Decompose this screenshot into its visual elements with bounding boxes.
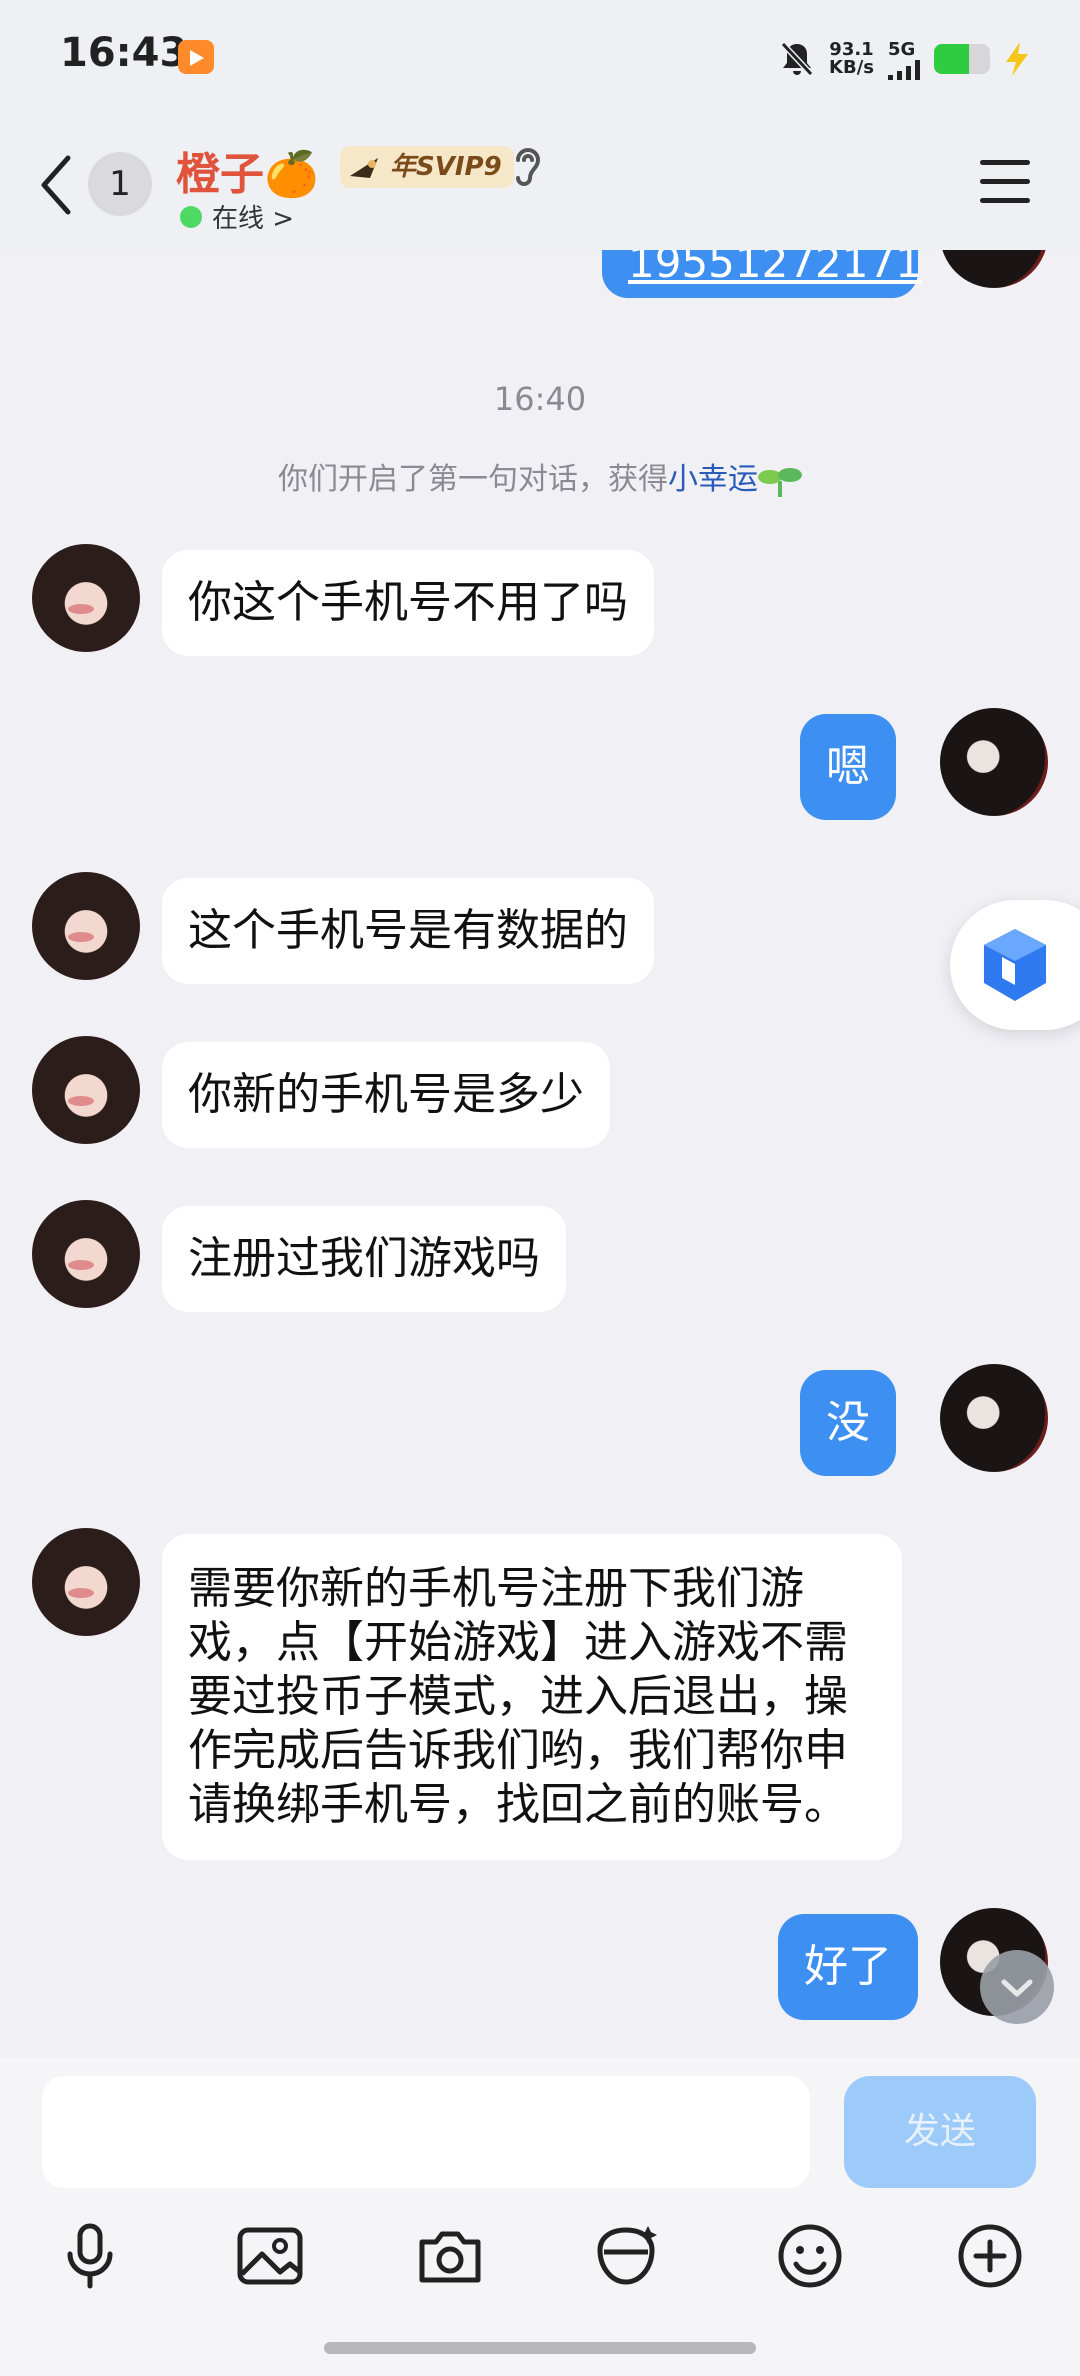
contact-avatar[interactable] <box>32 544 140 652</box>
message-bubble-incoming[interactable]: 注册过我们游戏吗 <box>162 1206 566 1312</box>
lucky-link[interactable]: 小幸运 <box>668 462 758 497</box>
status-bar: 16:43 93.1 KB/s 5G <box>0 0 1080 120</box>
message-bubble-outgoing[interactable]: 好了 <box>778 1914 918 2020</box>
contact-avatar[interactable] <box>32 1036 140 1144</box>
online-status[interactable]: 在线 > <box>212 198 294 235</box>
home-indicator[interactable] <box>324 2342 756 2354</box>
charging-icon <box>1006 42 1028 76</box>
floating-app-button[interactable] <box>950 900 1080 1030</box>
contact-avatar[interactable] <box>32 1200 140 1308</box>
my-avatar[interactable] <box>940 1364 1048 1472</box>
clock: 16:43 <box>60 30 188 76</box>
message-timestamp: 16:40 <box>493 380 587 418</box>
menu-icon[interactable] <box>980 160 1030 206</box>
svip-label: 年SVIP9 <box>390 152 502 182</box>
plus-icon[interactable] <box>954 2220 1026 2292</box>
message-bubble-incoming[interactable]: 你这个手机号不用了吗 <box>162 550 654 656</box>
image-icon[interactable] <box>234 2220 306 2292</box>
network-speed: 93.1 KB/s <box>829 39 874 78</box>
battery-icon <box>934 44 990 74</box>
svip-badge[interactable]: 年SVIP9 <box>340 146 514 188</box>
chevron-down-icon <box>1001 1979 1033 1997</box>
composer-toolbar <box>0 2220 1080 2310</box>
cube-app-icon <box>984 929 1046 1001</box>
microphone-icon[interactable] <box>54 2220 126 2292</box>
signal-icon <box>888 59 920 80</box>
send-button[interactable]: 发送 <box>844 2076 1036 2188</box>
unread-count-badge[interactable]: 1 <box>88 152 152 216</box>
online-status-dot <box>180 206 202 228</box>
composer: 发送 <box>0 2058 1080 2376</box>
message-bubble-outgoing[interactable]: 没 <box>800 1370 896 1476</box>
my-avatar[interactable] <box>940 250 1048 288</box>
message-list[interactable]: 19551272171 16:40 你们开启了第一句对话，获得小幸运 你这个手机… <box>0 250 1080 2058</box>
message-bubble-outgoing[interactable]: 19551272171 <box>602 250 922 298</box>
contact-avatar[interactable] <box>32 872 140 980</box>
scroll-to-bottom-button[interactable] <box>980 1950 1054 2024</box>
video-app-icon <box>178 40 214 74</box>
emoji-icon[interactable] <box>774 2220 846 2292</box>
sprout-icon <box>758 467 802 497</box>
back-icon[interactable] <box>34 150 84 220</box>
message-bubble-incoming[interactable]: 需要你新的手机号注册下我们游戏，点【开始游戏】进入游戏不需要过投币子模式，进入后… <box>162 1534 902 1860</box>
system-notice: 你们开启了第一句对话，获得小幸运 <box>0 454 1080 499</box>
face-magic-icon[interactable] <box>590 2220 662 2292</box>
my-avatar[interactable] <box>940 708 1048 816</box>
message-bubble-incoming[interactable]: 你新的手机号是多少 <box>162 1042 610 1148</box>
camera-icon[interactable] <box>414 2220 486 2292</box>
message-bubble-outgoing[interactable]: 嗯 <box>800 714 896 820</box>
message-bubble-incoming[interactable]: 这个手机号是有数据的 <box>162 878 654 984</box>
mute-icon <box>780 41 814 77</box>
contact-name[interactable]: 橙子🍊 <box>176 138 319 202</box>
contact-avatar[interactable] <box>32 1528 140 1636</box>
network-type: 5G <box>888 38 916 60</box>
hearing-icon[interactable] <box>508 142 548 190</box>
svip-icon <box>350 158 378 178</box>
chat-header: 1 橙子🍊 年SVIP9 在线 > <box>0 120 1080 250</box>
message-input[interactable] <box>42 2076 810 2188</box>
